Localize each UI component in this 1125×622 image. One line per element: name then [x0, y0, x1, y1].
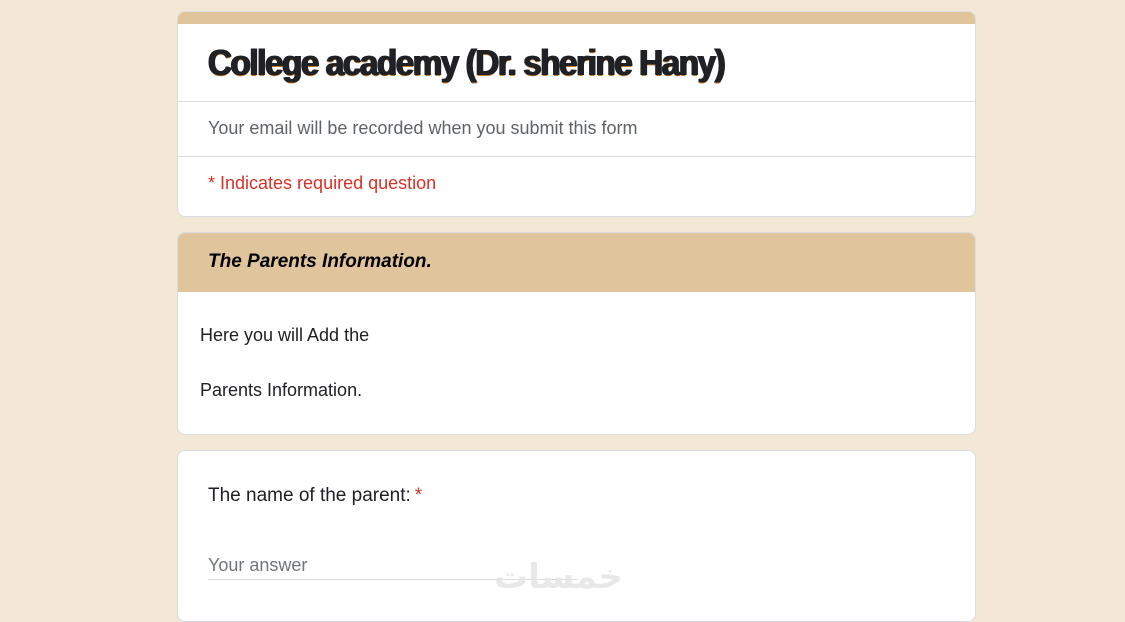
- section-header: The Parents Information.: [178, 233, 975, 292]
- parent-name-input[interactable]: [208, 551, 578, 580]
- header-divider: [178, 156, 975, 157]
- form-header-accent-band: [178, 12, 975, 24]
- required-marker: *: [414, 485, 423, 506]
- question-text: The name of the parent:: [208, 485, 411, 506]
- email-recorded-note: Your email will be recorded when you sub…: [208, 118, 638, 138]
- section-card: The Parents Information. Here you will A…: [177, 232, 976, 435]
- section-description-line: Parents Information.: [200, 380, 363, 400]
- question-label: The name of the parent: *: [208, 485, 422, 507]
- header-divider: [178, 101, 975, 102]
- section-title: The Parents Information.: [208, 251, 432, 272]
- section-description-line: Here you will Add the: [200, 325, 370, 345]
- required-question-note: * Indicates required question: [208, 173, 437, 193]
- question-card: The name of the parent: *: [177, 450, 976, 622]
- form-title: College academy (Dr. sherine Hany): [208, 42, 726, 83]
- form-header-card: College academy (Dr. sherine Hany) Your …: [177, 11, 976, 217]
